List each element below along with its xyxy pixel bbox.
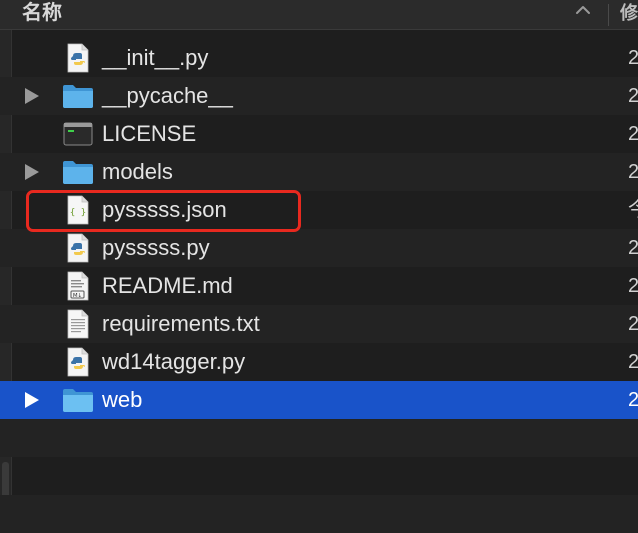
date-modified: 2 [628,313,638,335]
folder-icon [63,389,93,412]
file-row[interactable]: M↓ README.md 2 [0,267,638,305]
file-row[interactable]: requirements.txt 2 [0,305,638,343]
terminal-file-icon [63,122,93,146]
date-modified: 今 [628,191,638,229]
empty-row [0,419,638,457]
file-row[interactable]: LICENSE 2 [0,115,638,153]
column-header: 名称 修 [0,0,638,30]
file-list: __init__.py 2 __pycache__ 2 LICENSE 2 mo… [0,39,638,533]
file-name: wd14tagger.py [102,349,246,374]
python-file-icon [67,347,89,377]
name-column-header[interactable]: 名称 [22,0,62,28]
python-file-icon [67,43,89,73]
date-modified-column-header[interactable]: 修 [620,0,638,28]
empty-row [0,457,638,495]
markdown-file-icon: M↓ [67,271,89,301]
file-row[interactable]: pysssss.py 2 [0,229,638,267]
disclosure-triangle-icon[interactable] [25,392,39,408]
date-modified: 2 [628,351,638,373]
python-file-icon [67,233,89,263]
folder-row[interactable]: models 2 [0,153,638,191]
svg-text:{ }: { } [70,208,86,218]
file-name: README.md [102,273,233,298]
date-modified: 2 [628,161,638,183]
disclosure-triangle-icon[interactable] [25,164,39,180]
disclosure-triangle-icon[interactable] [25,88,39,104]
file-name: pysssss.json [102,197,227,222]
empty-row [0,495,638,533]
folder-row-selected[interactable]: web 2 [0,381,638,419]
date-modified: 2 [628,275,638,297]
folder-name: models [102,159,173,184]
sort-ascending-icon[interactable] [575,2,591,18]
file-name: pysssss.py [102,235,210,260]
date-modified: 2 [628,389,638,411]
file-row[interactable]: { } pysssss.json 今 [0,191,638,229]
svg-text:M↓: M↓ [73,292,82,299]
folder-name: __pycache__ [102,83,233,108]
date-modified: 2 [628,123,638,145]
folder-icon [63,85,93,108]
text-file-icon [67,309,89,339]
file-name: requirements.txt [102,311,260,336]
file-row[interactable]: __init__.py 2 [0,39,638,77]
date-modified: 2 [628,47,638,69]
date-modified: 2 [628,237,638,259]
file-name: __init__.py [102,45,209,70]
file-name: LICENSE [102,121,197,146]
column-divider[interactable] [608,4,609,26]
file-row[interactable]: wd14tagger.py 2 [0,343,638,381]
json-file-icon: { } [67,195,89,225]
folder-name: web [102,387,143,412]
folder-icon [63,161,93,184]
folder-row[interactable]: __pycache__ 2 [0,77,638,115]
date-modified: 2 [628,85,638,107]
